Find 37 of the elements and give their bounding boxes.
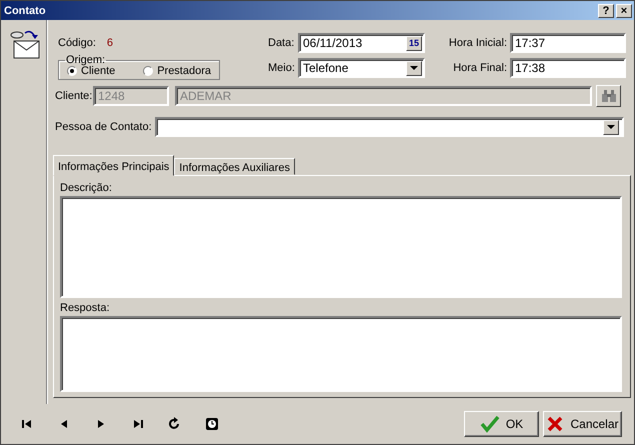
envelope-icon: [9, 29, 41, 59]
hora-final-field[interactable]: 17:38: [510, 58, 626, 78]
tab[interactable]: Informações Auxiliares: [174, 158, 295, 175]
dialog-button[interactable]: OK: [464, 411, 539, 437]
calendar-button[interactable]: 15: [406, 36, 422, 50]
descricao-field[interactable]: [60, 196, 622, 298]
resposta-label: Resposta:: [60, 302, 111, 316]
origem-label: Origem:: [65, 55, 106, 65]
search-button[interactable]: [596, 85, 621, 107]
help-button[interactable]: ?: [598, 4, 614, 18]
date-field[interactable]: 06/11/2013 15: [298, 33, 425, 53]
binoculars-icon: [600, 89, 616, 103]
clock-icon[interactable]: [205, 417, 219, 431]
radio-option[interactable]: Cliente: [67, 65, 116, 77]
cross-icon: [546, 415, 564, 433]
radio-option[interactable]: Prestadora: [143, 65, 211, 77]
dialog-button[interactable]: Cancelar: [543, 411, 622, 437]
codigo-value: 6: [106, 37, 114, 49]
codigo-label: Código:: [58, 37, 96, 49]
data-label: Data:: [268, 37, 295, 49]
tab[interactable]: Informações Principais: [53, 155, 174, 176]
hora-final-label: Hora Final:: [452, 62, 507, 74]
resposta-field[interactable]: [60, 316, 622, 392]
first-icon[interactable]: [20, 417, 34, 431]
close-button[interactable]: ×: [616, 4, 632, 18]
window-title: Contato: [4, 4, 46, 16]
last-icon[interactable]: [131, 417, 145, 431]
descricao-label: Descrição:: [60, 182, 113, 196]
refresh-icon[interactable]: [168, 417, 182, 431]
checkmark-icon: [480, 415, 500, 433]
pessoa-contato-label: Pessoa de Contato:: [55, 121, 152, 133]
hora-inicial-label: Hora Inicial:: [448, 37, 507, 49]
cliente-label: Cliente:: [55, 90, 90, 102]
pessoa-contato-dropdown[interactable]: [154, 117, 624, 137]
meio-dropdown[interactable]: Telefone: [298, 58, 425, 78]
meio-label: Meio:: [268, 62, 295, 74]
hora-inicial-field[interactable]: 17:37: [510, 33, 626, 53]
